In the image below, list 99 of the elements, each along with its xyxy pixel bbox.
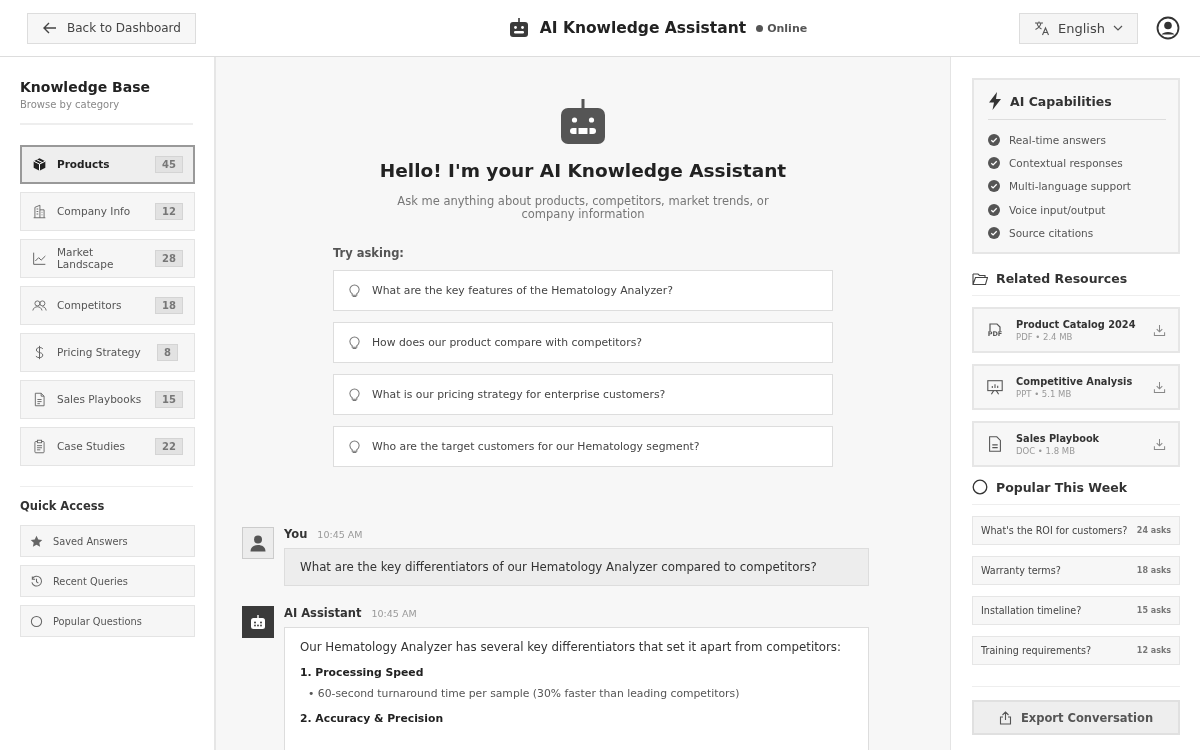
category-item[interactable]: Company Info 12 <box>20 192 195 231</box>
capability-label: Real-time answers <box>1009 133 1106 146</box>
ask-count: 18 asks <box>1136 566 1171 576</box>
card-title: AI Capabilities <box>1010 93 1112 109</box>
popular-question-item[interactable]: Installation timeline? 15 asks <box>972 596 1180 626</box>
lightbulb-icon <box>348 283 361 299</box>
welcome-title: Hello! I'm your AI Knowledge Assistant <box>379 160 787 181</box>
user-avatar <box>242 527 274 560</box>
section-heading: 2. Accuracy & Precision <box>300 712 445 726</box>
user-avatar-icon[interactable] <box>1156 16 1180 40</box>
section-title: Popular This Week <box>996 480 1127 495</box>
count-badge: 22 <box>155 438 183 455</box>
resource-card[interactable]: Sales Playbook DOC • 1.8 MB <box>972 421 1180 468</box>
document-icon <box>986 435 1004 454</box>
status-label: Online <box>756 21 808 35</box>
resource-meta: DOC • 1.8 MB <box>1016 446 1076 456</box>
resource-name: Competitive Analysis <box>1016 376 1134 387</box>
language-dropdown[interactable]: English <box>1019 12 1138 44</box>
suggestion-button[interactable]: What is our pricing strategy for enterprise customers? <box>333 374 833 416</box>
suggestions-label: Try asking: <box>333 246 404 261</box>
building-icon <box>32 204 47 219</box>
category-item[interactable]: Products 45 <box>20 145 195 184</box>
users-icon <box>32 298 47 313</box>
folder-icon <box>972 272 988 286</box>
translate-icon <box>1034 20 1051 36</box>
popular-question-item[interactable]: Training requirements? 12 asks <box>972 636 1180 666</box>
assistant-avatar <box>242 606 274 639</box>
welcome-subtitle: Ask me anything about products, competitors, market trends, or company information <box>396 195 770 221</box>
quick-access-item[interactable]: Popular Questions <box>20 605 195 637</box>
ask-count: 12 asks <box>1136 646 1171 656</box>
circle-icon <box>972 479 988 496</box>
category-item[interactable]: Pricing Strategy 8 <box>20 333 195 372</box>
message-time: 10:45 AM <box>371 608 417 620</box>
sidebar-subtitle: Browse by category <box>20 99 121 110</box>
arrow-left-icon <box>42 20 58 36</box>
count-badge: 18 <box>155 297 183 314</box>
popular-question-item[interactable]: What's the ROI for customers? 24 asks <box>972 516 1180 546</box>
history-icon <box>30 574 43 588</box>
message-author: AI Assistant <box>284 606 362 621</box>
category-item[interactable]: Competitors 18 <box>20 286 195 325</box>
share-icon <box>998 711 1012 725</box>
category-item[interactable]: Sales Playbooks 15 <box>20 380 195 419</box>
lightbulb-icon <box>348 439 361 455</box>
document-icon <box>32 392 47 407</box>
lightning-icon <box>988 92 1002 110</box>
capability-label: Source citations <box>1009 226 1094 239</box>
resource-card[interactable]: Competitive Analysis PPT • 5.1 MB <box>972 364 1180 411</box>
user-message: What are the key differentiators of our Hematology Analyzer compared to competitors? <box>284 548 869 587</box>
robot-icon <box>560 99 606 145</box>
presentation-icon <box>986 378 1004 397</box>
resource-name: Sales Playbook <box>1016 433 1101 444</box>
question-text: What's the ROI for customers? <box>981 525 1128 537</box>
message-author: You <box>284 527 308 542</box>
box-icon <box>32 157 47 172</box>
back-button[interactable]: Back to Dashboard <box>27 12 196 44</box>
circle-icon <box>30 614 43 628</box>
count-badge: 15 <box>155 391 183 408</box>
count-badge: 12 <box>155 203 183 220</box>
lightbulb-icon <box>348 387 361 403</box>
suggestion-button[interactable]: Who are the target customers for our Hematology segment? <box>333 426 833 468</box>
capability-label: Contextual responses <box>1009 156 1123 169</box>
download-icon[interactable] <box>1153 324 1166 337</box>
ask-count: 15 asks <box>1136 606 1171 616</box>
robot-icon <box>507 17 530 39</box>
category-item[interactable]: Market Landscape 28 <box>20 239 195 278</box>
line-chart-icon <box>32 251 47 266</box>
app-title: AI Knowledge Assistant <box>539 19 747 37</box>
question-text: Installation timeline? <box>981 605 1082 617</box>
export-button[interactable]: Export Conversation <box>972 700 1180 736</box>
question-text: Training requirements? <box>981 645 1092 657</box>
count-badge: 8 <box>157 344 178 361</box>
star-icon <box>30 534 43 548</box>
resource-meta: PDF • 2.4 MB <box>1016 332 1074 342</box>
bullet-text: • 60-second turnaround time per sample (30% faster than leading competitors) <box>308 687 741 701</box>
section-heading: 1. Processing Speed <box>300 666 425 680</box>
quick-access-item[interactable]: Saved Answers <box>20 525 195 557</box>
download-icon[interactable] <box>1153 438 1166 451</box>
popular-question-item[interactable]: Warranty terms? 18 asks <box>972 556 1180 586</box>
capability-label: Multi-language support <box>1009 180 1131 193</box>
question-text: Warranty terms? <box>981 565 1061 577</box>
quick-access-item[interactable]: Recent Queries <box>20 565 195 597</box>
resource-name: Product Catalog 2024 <box>1016 319 1137 330</box>
count-badge: 28 <box>155 250 183 267</box>
suggestion-button[interactable]: What are the key features of the Hematology Analyzer? <box>333 270 833 312</box>
ask-count: 24 asks <box>1136 526 1171 536</box>
count-badge: 45 <box>155 156 183 173</box>
category-item[interactable]: Case Studies 22 <box>20 427 195 466</box>
capability-label: Voice input/output <box>1009 203 1106 216</box>
sidebar-title: Knowledge Base <box>20 79 152 95</box>
section-title: Related Resources <box>996 271 1128 287</box>
suggestion-button[interactable]: How does our product compare with competitors? <box>333 322 833 364</box>
lightbulb-icon <box>348 335 361 351</box>
clipboard-icon <box>32 439 47 454</box>
resource-meta: PPT • 5.1 MB <box>1016 389 1073 399</box>
section-title: Quick Access <box>20 499 106 513</box>
message-text: Our Hematology Analyzer has several key differentiators that set it apart from competitors: <box>300 640 842 655</box>
download-icon[interactable] <box>1153 381 1166 394</box>
chevron-down-icon <box>1113 23 1123 33</box>
message-time: 10:45 AM <box>317 529 363 541</box>
